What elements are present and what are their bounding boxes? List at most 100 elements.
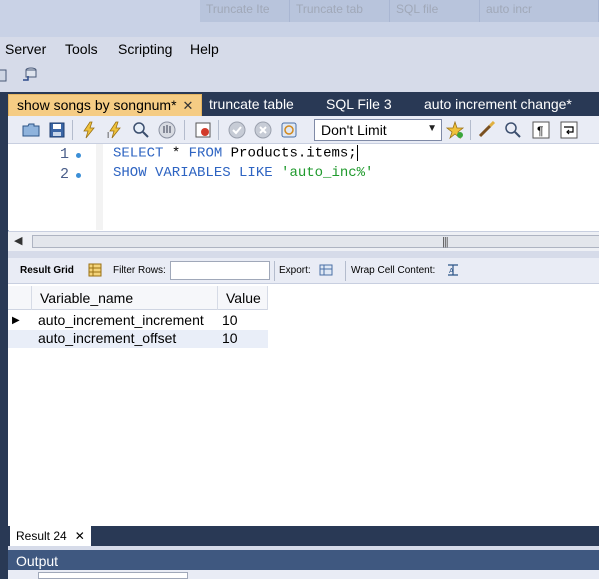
table-row[interactable]: auto_increment_offset 10 — [8, 330, 268, 348]
export-icon[interactable] — [319, 263, 333, 277]
tab-label: SQL File 3 — [326, 96, 392, 112]
sql-editor[interactable]: SELECT * FROM Products.items; SHOW VARIA… — [96, 144, 599, 230]
separator — [470, 120, 471, 140]
filter-rows-label: Filter Rows: — [113, 265, 166, 276]
toggle-errors-icon[interactable] — [194, 121, 212, 139]
string-literal: 'auto_inc%' — [281, 165, 374, 181]
left-edge — [0, 116, 8, 579]
server-status-icon[interactable] — [0, 66, 18, 84]
beautify-icon[interactable] — [478, 121, 496, 139]
tab-result-24[interactable]: Result 24 ✕ — [10, 526, 91, 546]
cell-value[interactable]: 10 — [218, 312, 242, 330]
keyword: SELECT — [113, 145, 164, 162]
separator — [184, 120, 185, 140]
current-row-icon: ▶ — [12, 315, 20, 326]
grid-view-icon[interactable] — [88, 263, 102, 277]
tab-label: show songs by songnum* — [17, 97, 177, 113]
tab-sql-file-3[interactable]: SQL File 3 — [318, 94, 400, 116]
execute-icon[interactable] — [80, 121, 98, 139]
rollback-icon[interactable] — [254, 121, 272, 139]
keyword: FROM — [188, 145, 223, 162]
tab-label: truncate table — [209, 96, 294, 112]
window-title-strip: Truncate Ite Truncate tab SQL file auto … — [0, 0, 599, 37]
separator — [274, 261, 275, 281]
background-tab[interactable]: auto incr — [480, 0, 599, 22]
invisible-chars-icon[interactable]: ¶ — [532, 121, 550, 139]
output-label: Output — [16, 553, 59, 569]
output-toolbar — [8, 570, 599, 579]
menu-tools[interactable]: Tools — [65, 41, 98, 57]
grip-icon: ||| — [442, 236, 449, 248]
cell-value[interactable]: 10 — [218, 330, 242, 348]
row-header-cell — [8, 286, 32, 310]
cell-variable-name[interactable]: auto_increment_increment — [34, 312, 208, 330]
filter-rows-input[interactable] — [170, 261, 270, 280]
scroll-left-icon[interactable]: ◀ — [14, 234, 22, 247]
autocommit-icon[interactable] — [280, 121, 298, 139]
statement-marker-icon — [76, 153, 81, 158]
code-line: SHOW VARIABLES LIKE 'auto_inc%' — [113, 165, 373, 181]
commit-icon[interactable] — [228, 121, 246, 139]
save-icon[interactable] — [48, 121, 66, 139]
chevron-down-icon: ▼ — [427, 123, 437, 134]
svg-text:I: I — [107, 131, 109, 139]
editor-horizontal-scrollbar[interactable]: ◀ ||| — [8, 231, 599, 251]
menu-scripting[interactable]: Scripting — [118, 41, 172, 57]
close-icon[interactable]: ✕ — [75, 529, 85, 543]
tab-show-songs[interactable]: show songs by songnum* ✕ — [8, 94, 203, 116]
grid-header: Variable_name Value — [8, 286, 268, 310]
result-grid-label[interactable]: Result Grid — [20, 265, 74, 276]
find-icon[interactable] — [504, 121, 522, 139]
mysql-workbench-window: Truncate Ite Truncate tab SQL file auto … — [0, 0, 599, 579]
database-connect-icon[interactable] — [20, 66, 38, 84]
output-panel-header[interactable]: Output — [8, 550, 599, 570]
code-text: Products.items; — [222, 145, 357, 162]
add-snippet-icon[interactable] — [446, 121, 464, 139]
svg-text:¶: ¶ — [537, 124, 543, 138]
explain-icon[interactable] — [132, 121, 150, 139]
column-header[interactable]: Variable_name — [32, 286, 218, 310]
separator — [218, 120, 219, 140]
line-gutter: 1 2 — [8, 144, 96, 230]
stop-icon[interactable] — [158, 121, 176, 139]
open-folder-icon[interactable] — [22, 121, 40, 139]
wrap-cell-label: Wrap Cell Content: — [351, 265, 436, 276]
table-row[interactable]: ▶ auto_increment_increment 10 — [8, 312, 268, 330]
keyword: SHOW VARIABLES LIKE — [113, 165, 273, 181]
result-tabs: Result 24 ✕ — [8, 526, 599, 546]
close-icon[interactable]: ✕ — [183, 98, 194, 113]
separator — [72, 120, 73, 140]
tab-label: Result 24 — [16, 529, 67, 543]
result-grid[interactable]: Variable_name Value ▶ auto_increment_inc… — [8, 284, 599, 526]
tab-truncate-table[interactable]: truncate table — [201, 94, 302, 116]
text-cursor — [356, 145, 358, 161]
limit-value: Don't Limit — [321, 122, 387, 138]
tab-auto-increment-change[interactable]: auto increment change* — [416, 94, 580, 116]
svg-text:A: A — [449, 268, 454, 275]
execute-current-icon[interactable]: I — [106, 121, 124, 139]
cell-variable-name[interactable]: auto_increment_offset — [34, 330, 180, 348]
line-number: 1 — [60, 146, 70, 163]
code-text: * — [163, 145, 189, 162]
scrollbar-thumb[interactable]: ||| — [32, 235, 599, 248]
background-tab[interactable]: Truncate tab — [290, 0, 390, 22]
limit-rows-select[interactable]: Don't Limit ▼ — [314, 119, 442, 141]
separator — [345, 261, 346, 281]
code-line: SELECT * FROM Products.items; — [113, 145, 358, 162]
sql-file-tabs: show songs by songnum* ✕ truncate table S… — [0, 92, 599, 116]
main-toolbar — [0, 62, 599, 90]
background-tab[interactable]: SQL file — [390, 0, 480, 22]
line-number: 2 — [60, 166, 70, 183]
editor-toolbar: I Don't Limit ▼ ¶ — [8, 116, 599, 144]
menu-help[interactable]: Help — [190, 41, 219, 57]
menu-server[interactable]: Server — [5, 41, 46, 57]
output-select[interactable] — [38, 572, 188, 579]
word-wrap-icon[interactable] — [560, 121, 578, 139]
background-tab[interactable]: Truncate Ite — [200, 0, 290, 22]
column-header[interactable]: Value — [218, 286, 268, 310]
result-toolbar: Result Grid Filter Rows: Export: Wrap Ce… — [8, 258, 599, 284]
statement-marker-icon — [76, 173, 81, 178]
export-label: Export: — [279, 265, 311, 276]
menu-bar: Server Tools Scripting Help — [0, 37, 599, 62]
wrap-cell-icon[interactable]: A — [446, 263, 460, 277]
